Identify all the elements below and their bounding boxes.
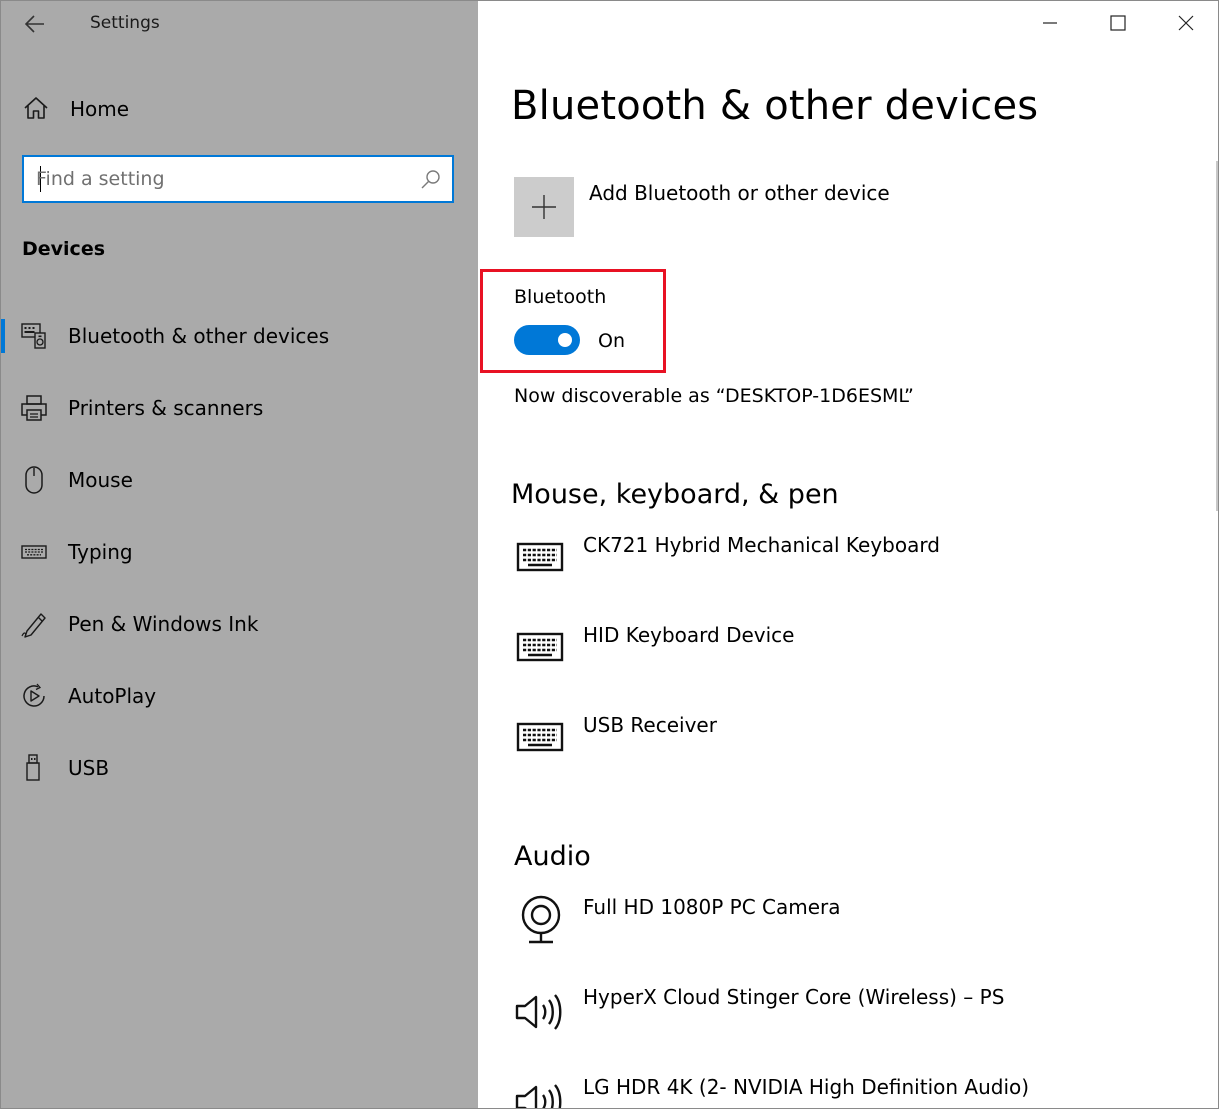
sidebar-item-label: Typing	[68, 540, 133, 564]
speaker-icon	[515, 994, 562, 1030]
plus-icon	[532, 195, 556, 219]
sidebar-item-autoplay[interactable]: AutoPlay	[1, 661, 478, 733]
sidebar-item-label: Mouse	[68, 468, 133, 492]
add-device-button[interactable]: Add Bluetooth or other device	[514, 177, 914, 239]
search-box[interactable]	[22, 155, 454, 203]
sidebar-item-label: AutoPlay	[68, 684, 157, 708]
device-item[interactable]: HyperX Cloud Stinger Core (Wireless) – P…	[514, 985, 1214, 1045]
highlight-box	[480, 269, 666, 373]
sidebar-item-printers[interactable]: Printers & scanners	[1, 373, 478, 445]
minimize-button[interactable]	[1016, 1, 1084, 45]
page-title: Bluetooth & other devices	[511, 83, 1039, 129]
main-content: Bluetooth & other devices Add Bluetooth …	[478, 1, 1218, 1108]
keyboard-icon	[516, 722, 564, 752]
home-nav-item[interactable]: Home	[1, 85, 478, 131]
section-title: Devices	[22, 238, 106, 260]
device-name: Full HD 1080P PC Camera	[583, 895, 841, 919]
device-item[interactable]: LG HDR 4K (2- NVIDIA High Definition Aud…	[514, 1075, 1214, 1108]
minimize-icon	[1043, 22, 1057, 24]
sidebar-item-label: Bluetooth & other devices	[68, 324, 330, 348]
device-item[interactable]: Full HD 1080P PC Camera	[514, 895, 1214, 955]
device-item[interactable]: CK721 Hybrid Mechanical Keyboard	[514, 533, 1214, 593]
sidebar-item-bluetooth[interactable]: Bluetooth & other devices	[1, 301, 478, 373]
device-name: LG HDR 4K (2- NVIDIA High Definition Aud…	[583, 1075, 1030, 1099]
sidebar-item-pen[interactable]: Pen & Windows Ink	[1, 589, 478, 661]
add-device-label: Add Bluetooth or other device	[589, 181, 890, 205]
pen-icon	[21, 613, 46, 638]
search-icon[interactable]	[420, 168, 442, 190]
sidebar-item-label: Pen & Windows Ink	[68, 612, 259, 636]
sidebar-item-label: USB	[68, 756, 110, 780]
device-item[interactable]: HID Keyboard Device	[514, 623, 1214, 683]
back-arrow-icon	[25, 15, 44, 33]
home-icon	[24, 97, 48, 119]
close-button[interactable]	[1152, 1, 1218, 45]
app-title: Settings	[90, 13, 160, 33]
device-name: HID Keyboard Device	[583, 623, 795, 647]
discoverable-text: Now discoverable as “DESKTOP-1D6ESML”	[514, 385, 914, 407]
keyboard-icon	[516, 542, 564, 572]
device-name: USB Receiver	[583, 713, 717, 737]
printer-icon	[21, 395, 47, 421]
maximize-icon	[1110, 15, 1126, 31]
autoplay-icon	[23, 683, 45, 707]
bluetooth-devices-icon	[21, 323, 46, 349]
usb-icon	[26, 754, 40, 781]
device-name: HyperX Cloud Stinger Core (Wireless) – P…	[583, 985, 1005, 1009]
bluetooth-toggle-state: On	[598, 330, 625, 352]
toggle-knob	[558, 333, 572, 347]
group-title-input-devices: Mouse, keyboard, & pen	[511, 479, 839, 510]
sidebar-nav: Bluetooth & other devices Printers & sca…	[1, 301, 478, 805]
webcam-icon	[521, 895, 561, 944]
home-label: Home	[70, 97, 130, 121]
search-input[interactable]	[36, 164, 406, 194]
mouse-icon	[25, 466, 43, 494]
sidebar-item-typing[interactable]: Typing	[1, 517, 478, 589]
add-tile	[514, 177, 574, 237]
group-title-audio: Audio	[514, 841, 591, 872]
speaker-icon	[515, 1084, 562, 1108]
sidebar-item-mouse[interactable]: Mouse	[1, 445, 478, 517]
back-button[interactable]	[15, 7, 55, 41]
bluetooth-toggle[interactable]	[514, 325, 580, 355]
sidebar-item-usb[interactable]: USB	[1, 733, 478, 805]
device-name: CK721 Hybrid Mechanical Keyboard	[583, 533, 940, 557]
sidebar: Settings Home Devices	[1, 1, 478, 1108]
bluetooth-label: Bluetooth	[514, 286, 607, 308]
close-icon	[1178, 15, 1194, 31]
keyboard-icon	[21, 545, 47, 559]
maximize-button[interactable]	[1084, 1, 1152, 45]
selection-indicator	[1, 319, 5, 353]
sidebar-item-label: Printers & scanners	[68, 396, 264, 420]
device-item[interactable]: USB Receiver	[514, 713, 1214, 773]
keyboard-icon	[516, 632, 564, 662]
settings-window: Settings Home Devices	[0, 0, 1219, 1109]
